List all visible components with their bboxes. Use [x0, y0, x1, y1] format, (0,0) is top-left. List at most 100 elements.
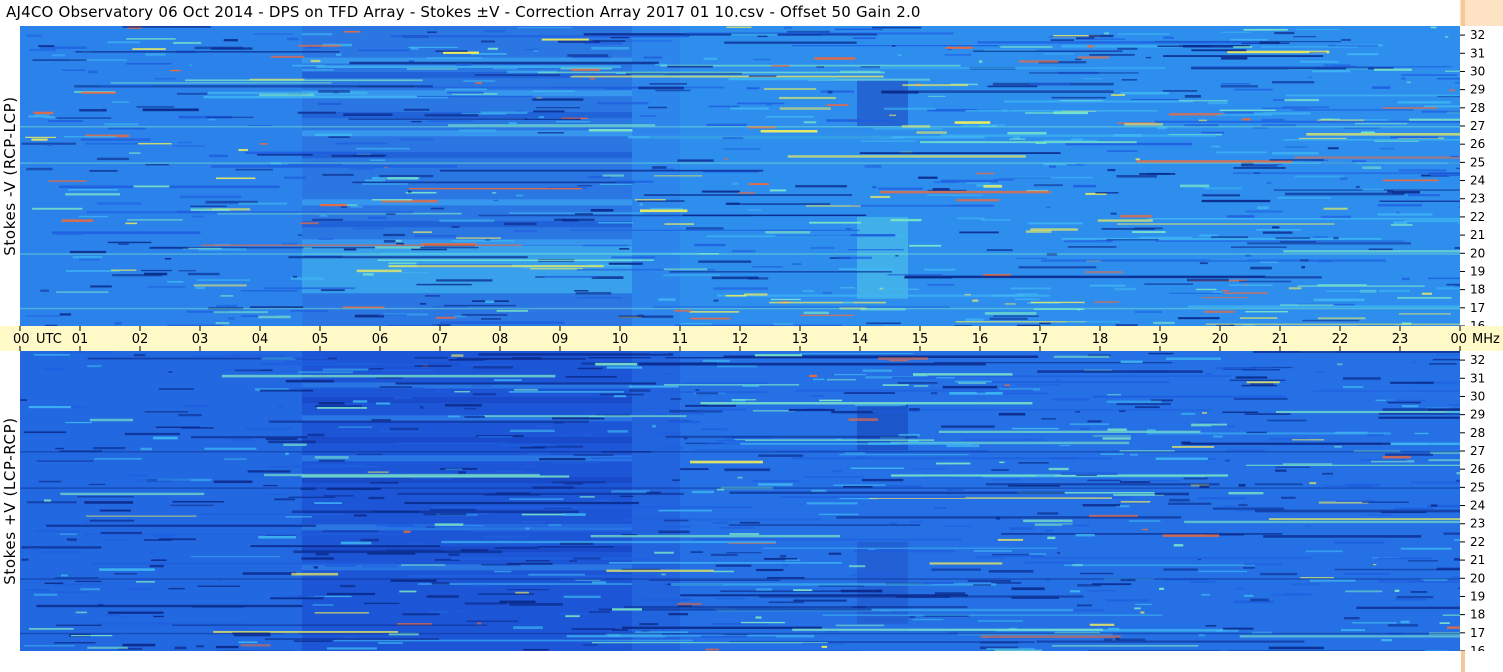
time-tick-label: 12	[732, 332, 749, 347]
time-prefix-label: UTC	[36, 332, 62, 347]
streak	[1182, 442, 1391, 445]
streak	[835, 624, 884, 627]
streak	[713, 287, 769, 290]
streak	[259, 363, 510, 366]
streak	[1423, 105, 1460, 108]
streak	[439, 219, 495, 222]
streak	[844, 392, 895, 394]
streak	[107, 41, 141, 44]
streak	[340, 541, 372, 545]
streak	[448, 358, 485, 361]
streak	[263, 484, 278, 487]
streak	[406, 68, 458, 70]
streak	[757, 35, 768, 38]
streak	[729, 491, 1065, 494]
streak	[1288, 287, 1302, 290]
streak	[1358, 459, 1407, 462]
streak	[506, 588, 549, 591]
streak	[754, 354, 803, 357]
streak	[1414, 432, 1429, 435]
streak	[648, 579, 781, 581]
streak	[1092, 395, 1286, 398]
streak	[1402, 405, 1419, 408]
streak	[920, 141, 1137, 144]
streak	[806, 502, 858, 505]
streak	[1229, 284, 1273, 286]
streak	[1255, 229, 1301, 231]
streak	[1374, 140, 1419, 142]
streak	[378, 314, 408, 317]
streak	[927, 375, 1232, 377]
streak	[1317, 317, 1366, 320]
streak	[731, 398, 757, 401]
streak	[493, 67, 518, 70]
streak	[849, 565, 866, 568]
streak	[240, 290, 298, 292]
streak	[724, 468, 771, 472]
streak	[577, 185, 592, 187]
streak	[670, 398, 682, 400]
streak	[1198, 570, 1248, 573]
streak	[514, 388, 538, 391]
freq-tick-label: 27	[1470, 119, 1485, 133]
streak	[527, 452, 551, 455]
streak	[1092, 435, 1131, 437]
streak	[1323, 389, 1346, 392]
streak	[850, 234, 896, 237]
streak	[221, 374, 556, 378]
streak	[1421, 110, 1460, 113]
streak	[708, 105, 740, 108]
streak	[43, 499, 52, 502]
streak	[695, 389, 700, 391]
streak	[856, 456, 867, 459]
streak	[149, 551, 155, 554]
streak	[758, 483, 793, 486]
streak	[128, 587, 153, 591]
streak	[208, 118, 216, 121]
streak	[308, 464, 342, 466]
streak	[38, 480, 62, 483]
streak	[992, 294, 1026, 297]
streak	[431, 582, 450, 585]
streak	[89, 170, 118, 172]
streak	[1394, 589, 1400, 592]
streak	[447, 415, 460, 418]
streak	[1309, 579, 1356, 582]
freq-tick-label: 18	[1470, 608, 1485, 622]
streak	[215, 177, 256, 180]
streak	[197, 512, 344, 516]
streak	[120, 615, 131, 618]
streak	[55, 624, 102, 627]
streak	[839, 453, 969, 456]
streak	[108, 127, 146, 130]
streak	[478, 353, 674, 356]
freq-tick-label: 17	[1470, 301, 1485, 315]
streak	[643, 56, 663, 59]
streak	[725, 294, 747, 297]
streak	[782, 564, 789, 567]
streak	[1142, 528, 1149, 531]
streak	[742, 385, 760, 387]
streak	[1181, 441, 1191, 445]
streak	[396, 242, 405, 245]
streak	[1010, 287, 1051, 290]
streak	[1171, 446, 1215, 448]
streak	[525, 560, 550, 562]
streak	[174, 646, 187, 650]
freq-tick-label: 30	[1470, 64, 1485, 78]
streak	[1271, 226, 1280, 229]
streak	[283, 360, 338, 363]
streak	[1076, 604, 1093, 607]
streak	[1279, 304, 1334, 306]
streak	[558, 613, 589, 615]
streak	[322, 368, 368, 371]
streak	[264, 473, 540, 477]
streak	[1261, 118, 1285, 122]
streak	[420, 406, 424, 409]
streak	[395, 382, 657, 385]
streak	[783, 26, 792, 29]
streak	[758, 454, 804, 457]
streak	[1188, 305, 1460, 308]
streak	[826, 104, 849, 106]
streak	[949, 392, 1004, 395]
